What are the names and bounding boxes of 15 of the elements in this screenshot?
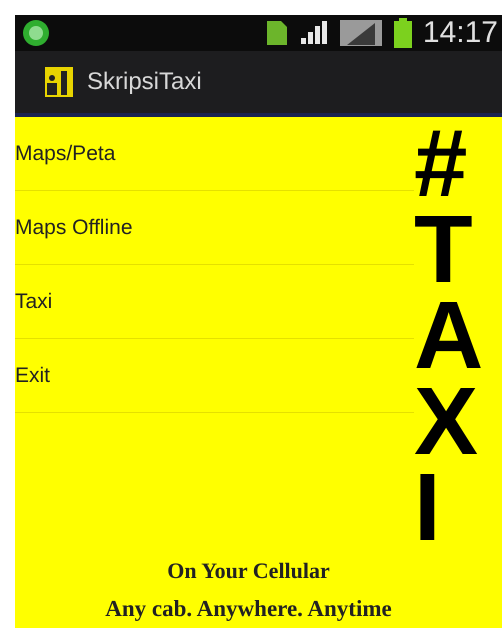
menu-item[interactable]: Taxi: [15, 265, 414, 339]
taxi-banner-text: #TAXI: [414, 117, 484, 558]
app-title: SkripsiTaxi: [87, 68, 202, 96]
battery-icon: [392, 18, 413, 48]
signal-icon: [298, 20, 329, 46]
menu-item[interactable]: Exit: [15, 339, 414, 413]
clock: 14:17: [422, 16, 498, 50]
wifi-off-icon: [338, 19, 383, 47]
taxi-logo-icon: [45, 67, 73, 97]
app-notification-icon: [21, 18, 51, 48]
subtitle: On Your Cellular: [167, 558, 330, 584]
slogan: Any cab. Anywhere. Anytime: [105, 596, 392, 622]
menu-item[interactable]: Maps Offline: [15, 191, 414, 265]
menu-item[interactable]: Maps/Peta: [15, 117, 414, 191]
sim-card-icon: [264, 19, 289, 47]
